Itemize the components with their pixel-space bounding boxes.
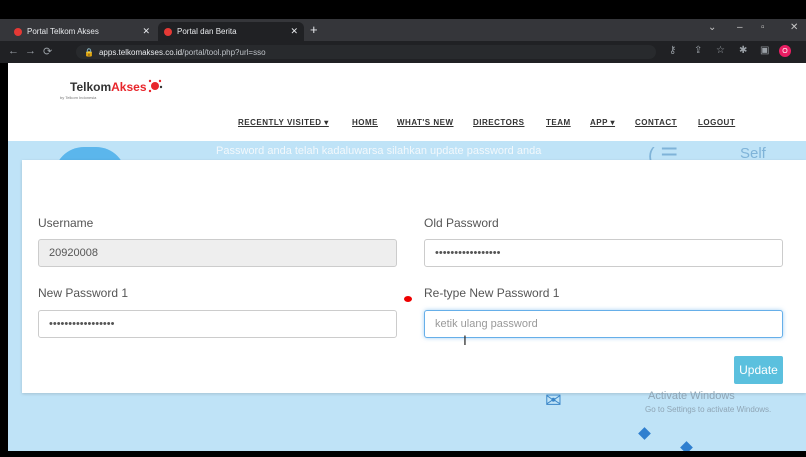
profile-avatar[interactable]: O xyxy=(779,45,791,57)
nav-contact[interactable]: CONTACT xyxy=(635,118,677,127)
tab-portal-dan-berita[interactable]: Portal dan Berita ✕ xyxy=(158,22,304,41)
logo-burst-icon xyxy=(148,79,163,93)
close-tab-icon[interactable]: ✕ xyxy=(290,26,298,37)
forward-icon[interactable]: → xyxy=(25,45,36,57)
diamond-decoration xyxy=(638,427,651,440)
password-expired-message: Password anda telah kadaluwarsa silahkan… xyxy=(216,145,542,157)
share-icon[interactable]: ⇪ xyxy=(694,45,702,56)
favicon-icon xyxy=(164,27,172,36)
close-window-icon[interactable]: ✕ xyxy=(790,22,798,33)
tab-portal-telkom-akses[interactable]: Portal Telkom Akses ✕ xyxy=(8,22,156,41)
username-field: 20920008 xyxy=(38,239,397,267)
retype-password-label: Re-type New Password 1 xyxy=(424,286,560,300)
old-password-label: Old Password xyxy=(424,216,499,230)
extensions-icon[interactable]: ✱ xyxy=(739,45,747,56)
nav-logout[interactable]: LOGOUT xyxy=(698,118,735,127)
reload-icon[interactable]: ⟳ xyxy=(43,45,52,58)
favicon-icon xyxy=(14,27,22,36)
nav-home[interactable]: HOME xyxy=(352,118,378,127)
text-cursor-icon: I xyxy=(463,332,467,348)
new-password-field[interactable]: ••••••••••••••••• xyxy=(38,310,397,338)
bottom-black-bar xyxy=(0,451,806,457)
retype-password-field[interactable]: ketik ulang password xyxy=(424,310,783,338)
red-marker-dot xyxy=(404,296,412,302)
lock-icon: 🔒 xyxy=(84,47,94,57)
new-password-label: New Password 1 xyxy=(38,286,129,300)
url-path: /portal/tool.php?url=sso xyxy=(182,47,266,57)
tab-strip: Portal Telkom Akses ✕ Portal dan Berita … xyxy=(0,19,806,41)
activate-windows-subtitle: Go to Settings to activate Windows. xyxy=(645,405,772,414)
logo-accent: Akses xyxy=(111,80,147,94)
new-tab-icon[interactable]: + xyxy=(310,22,318,37)
nav-recently-visited[interactable]: RECENTLY VISITED ▾ xyxy=(238,118,329,127)
old-password-field[interactable]: ••••••••••••••••• xyxy=(424,239,783,267)
diamond-decoration xyxy=(680,441,693,451)
nav-app[interactable]: APP ▾ xyxy=(590,118,615,127)
nav-whats-new[interactable]: WHAT'S NEW xyxy=(397,118,454,127)
key-icon[interactable]: ⚷ xyxy=(669,45,676,56)
sidebar-icon[interactable]: ▣ xyxy=(760,45,769,56)
minimize-icon[interactable]: – xyxy=(737,22,743,33)
tab-title: Portal Telkom Akses xyxy=(27,27,99,36)
nav-directors[interactable]: DIRECTORS xyxy=(473,118,524,127)
password-form-card: Username 20920008 Old Password •••••••••… xyxy=(22,160,806,393)
top-black-bar xyxy=(0,0,806,19)
logo-text: Telkom xyxy=(70,80,112,94)
activate-windows-title: Activate Windows xyxy=(648,390,735,402)
update-button[interactable]: Update xyxy=(734,356,783,384)
site-logo[interactable]: TelkomAkses xyxy=(70,80,147,94)
logo-subtitle: by Telkom Indonesia xyxy=(60,95,97,100)
bookmark-star-icon[interactable]: ☆ xyxy=(716,45,725,56)
url-input[interactable]: 🔒 apps.telkomakses.co.id /portal/tool.ph… xyxy=(76,45,656,59)
url-domain: apps.telkomakses.co.id xyxy=(98,47,183,57)
username-label: Username xyxy=(38,216,94,230)
restore-icon[interactable]: ▫ xyxy=(761,22,765,33)
mail-decoration-icon: ✉ xyxy=(545,390,562,412)
nav-team[interactable]: TEAM xyxy=(546,118,571,127)
tab-title: Portal dan Berita xyxy=(177,27,237,36)
close-tab-icon[interactable]: ✕ xyxy=(142,26,150,37)
tab-search-icon[interactable]: ⌄ xyxy=(708,22,716,33)
back-icon[interactable]: ← xyxy=(8,45,19,57)
retype-password-placeholder: ketik ulang password xyxy=(435,318,538,330)
